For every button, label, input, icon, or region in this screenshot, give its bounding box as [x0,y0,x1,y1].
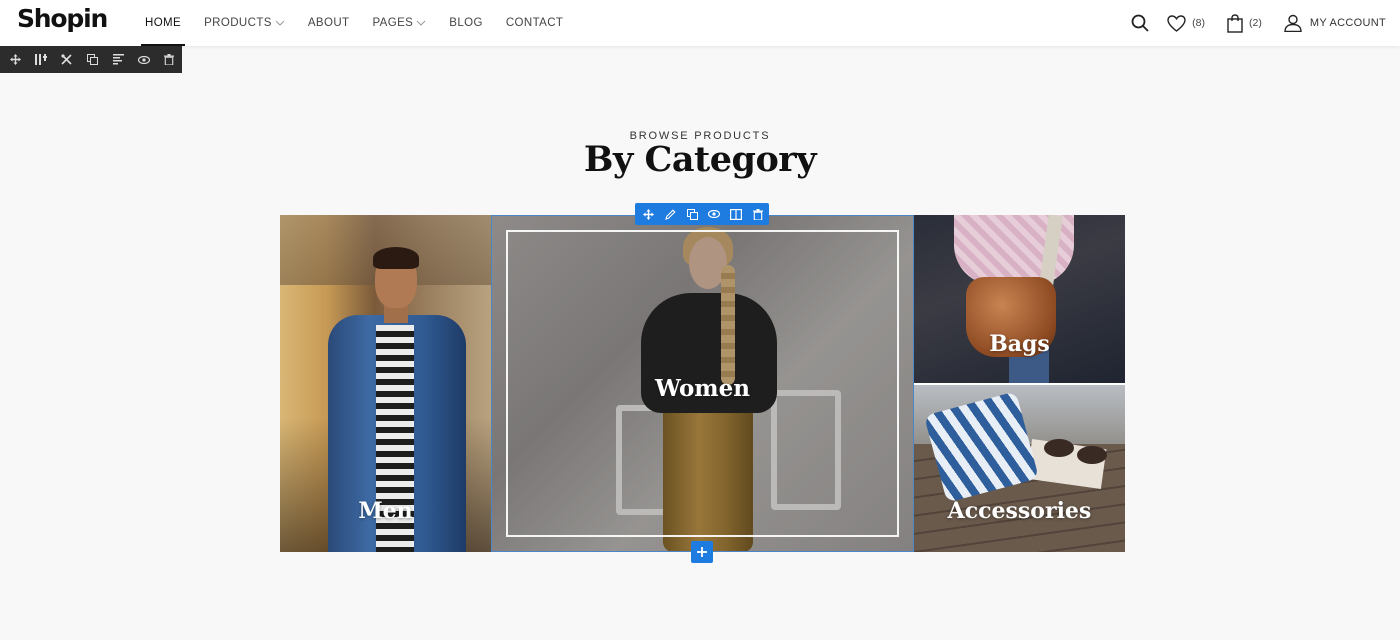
columns-layout-icon[interactable] [725,203,747,225]
category-label: Men [358,498,413,524]
nav-item-label: PRODUCTS [204,17,272,29]
nav-item-products[interactable]: PRODUCTS [204,0,285,46]
tile-image-sunglasses [1077,446,1107,464]
site-logo[interactable]: Shopin [17,4,108,33]
chevron-down-icon [275,18,285,28]
trash-icon[interactable] [747,203,769,225]
add-block-button[interactable] [691,541,713,563]
site-header: Shopin HOME PRODUCTS ABOUT PAGES BLOG CO… [0,0,1400,46]
columns-icon[interactable] [29,46,55,73]
account-link[interactable]: MY ACCOUNT [1284,14,1386,32]
row-editor-toolbar [0,46,182,73]
edit-pencil-icon[interactable] [660,203,682,225]
visibility-icon[interactable] [703,203,725,225]
category-grid: Men Women Bags Accessories [280,215,1125,552]
category-label: Accessories [947,498,1092,524]
search-icon[interactable] [1131,14,1149,32]
heart-icon [1167,14,1186,32]
text-align-icon[interactable] [105,46,131,73]
wishlist-button[interactable]: (8) [1167,14,1206,32]
cart-button[interactable]: (2) [1227,13,1262,33]
trash-icon[interactable] [156,46,182,73]
move-icon[interactable] [638,203,660,225]
wishlist-count: (8) [1192,17,1206,29]
tile-image-hair [373,247,419,269]
visibility-icon[interactable] [131,46,157,73]
tile-divider [914,383,1125,385]
category-tile-bags[interactable]: Bags [914,215,1125,384]
duplicate-icon[interactable] [80,46,106,73]
nav-item-blog[interactable]: BLOG [449,0,483,46]
chevron-down-icon [416,18,426,28]
category-tile-women[interactable]: Women [491,215,914,552]
move-icon[interactable] [3,46,29,73]
nav-item-home[interactable]: HOME [140,0,186,46]
nav-item-contact[interactable]: CONTACT [506,0,564,46]
category-tile-men[interactable]: Men [280,215,491,552]
shopping-bag-icon [1227,13,1243,33]
cart-count: (2) [1249,17,1262,29]
settings-tools-icon[interactable] [54,46,80,73]
nav-item-pages[interactable]: PAGES [372,0,426,46]
duplicate-icon[interactable] [682,203,704,225]
plus-icon [697,547,707,557]
header-actions: (8) (2) MY ACCOUNT [1131,0,1386,46]
tile-image-sunglasses [1044,439,1074,457]
nav-item-about[interactable]: ABOUT [308,0,350,46]
nav-item-label: HOME [145,17,182,29]
account-label: MY ACCOUNT [1309,17,1386,29]
main-nav: HOME PRODUCTS ABOUT PAGES BLOG CONTACT [140,0,586,46]
section-title: By Category [583,139,817,180]
nav-item-label: BLOG [449,17,483,29]
nav-item-label: CONTACT [505,17,564,29]
category-label: Women [655,375,750,402]
category-label: Bags [989,331,1050,357]
user-icon [1284,14,1302,32]
category-tile-accessories[interactable]: Accessories [914,384,1125,552]
nav-item-label: ABOUT [307,17,350,29]
column-editor-toolbar [635,203,769,225]
nav-item-label: PAGES [372,17,414,29]
